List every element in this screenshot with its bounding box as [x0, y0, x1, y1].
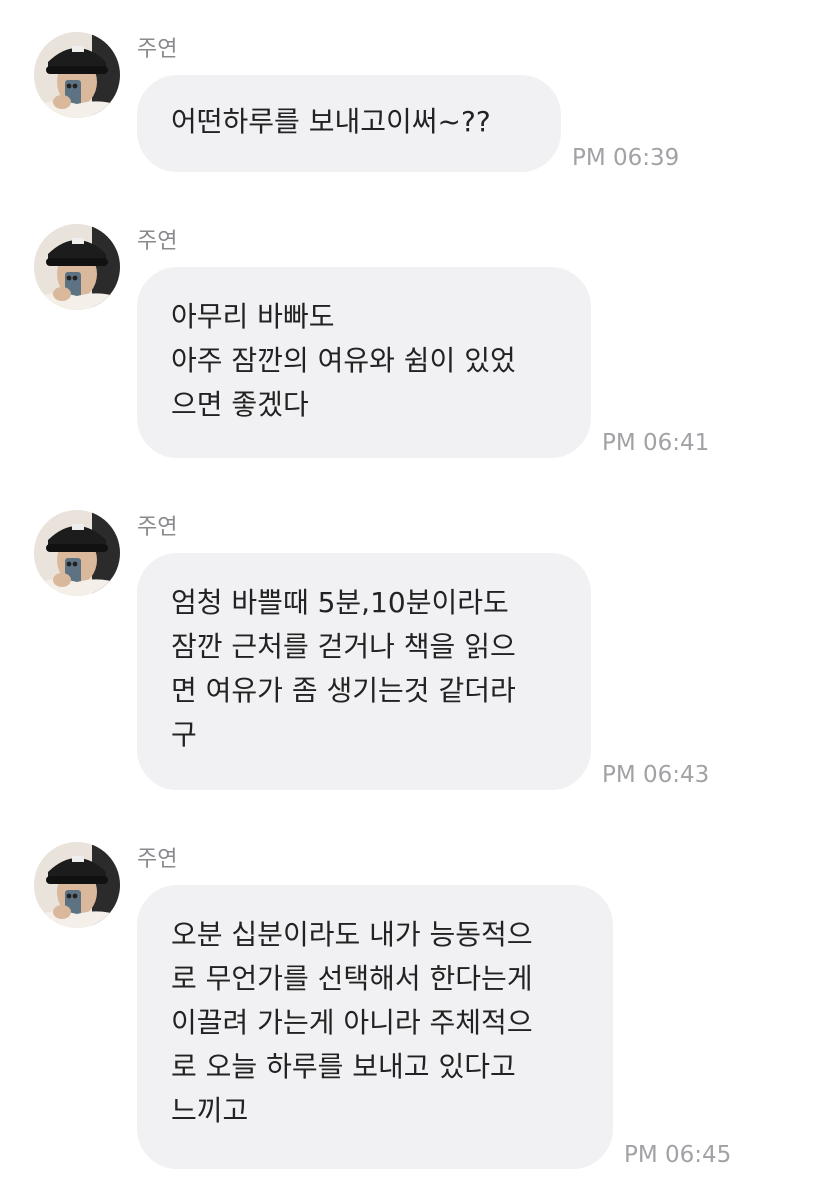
sender-name: 주연 [137, 847, 178, 872]
message-text: 아주 잠깐의 여유와 쉼이 있었 [171, 344, 516, 377]
avatar[interactable] [34, 510, 120, 596]
message-time: PM 06:43 [602, 762, 710, 788]
message-time: PM 06:39 [572, 145, 680, 171]
message-text: 구 [171, 718, 197, 751]
message-text: 오분 십분이라도 내가 능동적으 [171, 918, 533, 951]
message-text: 느끼고 [171, 1094, 249, 1127]
message-text: 로 오늘 하루를 보내고 있다고 [171, 1050, 516, 1083]
message-text: 이끌려 가는게 아니라 주체적으 [171, 1006, 533, 1039]
message-text: 엄청 바쁠때 5분,10분이라도 [171, 586, 509, 619]
message-text: 아무리 바빠도 [171, 300, 335, 333]
sender-name: 주연 [137, 515, 178, 540]
message-text: 잠깐 근처를 걷거나 책을 읽으 [171, 630, 516, 663]
message-text: 로 무언가를 선택해서 한다는게 [171, 962, 533, 995]
avatar[interactable] [34, 32, 120, 118]
sender-name: 주연 [137, 229, 178, 254]
sender-name: 주연 [137, 37, 178, 62]
message-bubble[interactable]: 어떤하루를 보내고이써~?? [137, 75, 561, 172]
avatar[interactable] [34, 224, 120, 310]
message-bubble[interactable]: 엄청 바쁠때 5분,10분이라도 잠깐 근처를 걷거나 책을 읽으 면 여유가 … [137, 553, 591, 790]
message-time: PM 06:45 [624, 1142, 732, 1168]
message-text: 어떤하루를 보내고이써~?? [171, 105, 491, 138]
message-time: PM 06:41 [602, 430, 710, 456]
message-bubble[interactable]: 오분 십분이라도 내가 능동적으 로 무언가를 선택해서 한다는게 이끌려 가는… [137, 885, 613, 1169]
message-text: 으면 좋겠다 [171, 388, 309, 421]
message-bubble[interactable]: 아무리 바빠도 아주 잠깐의 여유와 쉼이 있었 으면 좋겠다 [137, 267, 591, 458]
message-text: 면 여유가 좀 생기는것 같더라 [171, 674, 516, 707]
avatar[interactable] [34, 842, 120, 928]
